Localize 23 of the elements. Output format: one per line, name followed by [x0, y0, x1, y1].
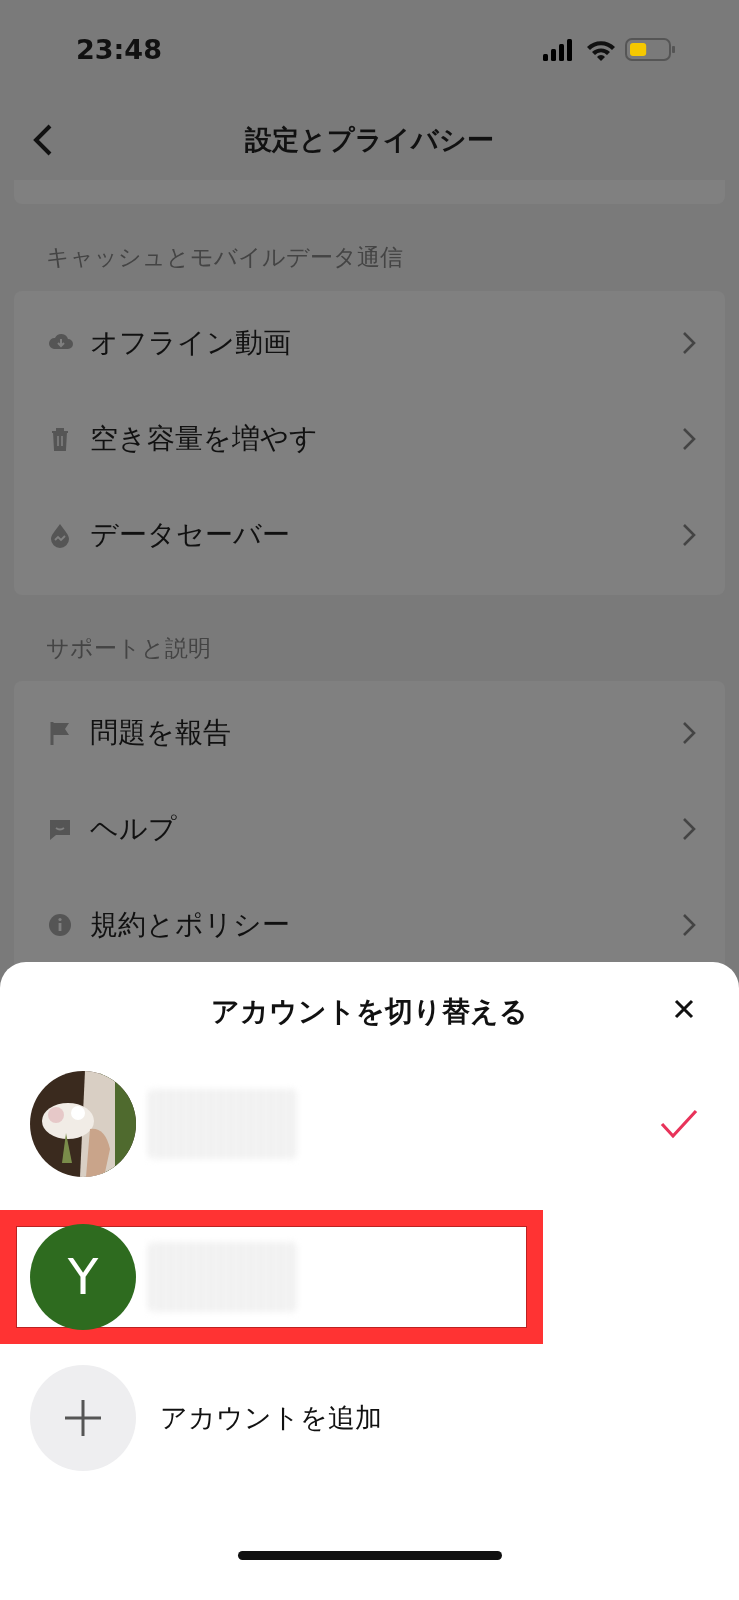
settings-row[interactable]: 問題を報告 — [14, 685, 725, 781]
chevron-right-icon — [681, 720, 697, 746]
status-time: 23:48 — [76, 32, 162, 67]
settings-row[interactable]: 空き容量を増やす — [14, 390, 725, 487]
settings-row[interactable]: データセーバー — [14, 486, 725, 583]
add-account-button[interactable]: アカウントを追加 — [0, 1348, 739, 1488]
chevron-right-icon — [681, 329, 697, 356]
page-title: 設定とプライバシー — [245, 122, 494, 157]
settings-row[interactable]: オフライン動画 — [14, 294, 725, 391]
plus-icon — [63, 1398, 103, 1438]
sheet-title: アカウントを切り替える — [211, 994, 528, 1030]
wifi-icon — [585, 38, 617, 62]
back-icon — [32, 123, 54, 157]
account-row[interactable]: Y — [16, 1226, 527, 1328]
chevron-right-icon — [681, 521, 697, 548]
battery-icon — [625, 37, 677, 63]
chevron-right-icon — [681, 425, 697, 452]
chevron-right-icon — [681, 816, 697, 842]
chevron-right-icon — [681, 912, 697, 938]
settings-row[interactable]: ヘルプ — [14, 781, 725, 877]
close-icon — [673, 997, 695, 1020]
info-icon — [46, 911, 74, 939]
avatar-letter: Y — [67, 1246, 99, 1308]
